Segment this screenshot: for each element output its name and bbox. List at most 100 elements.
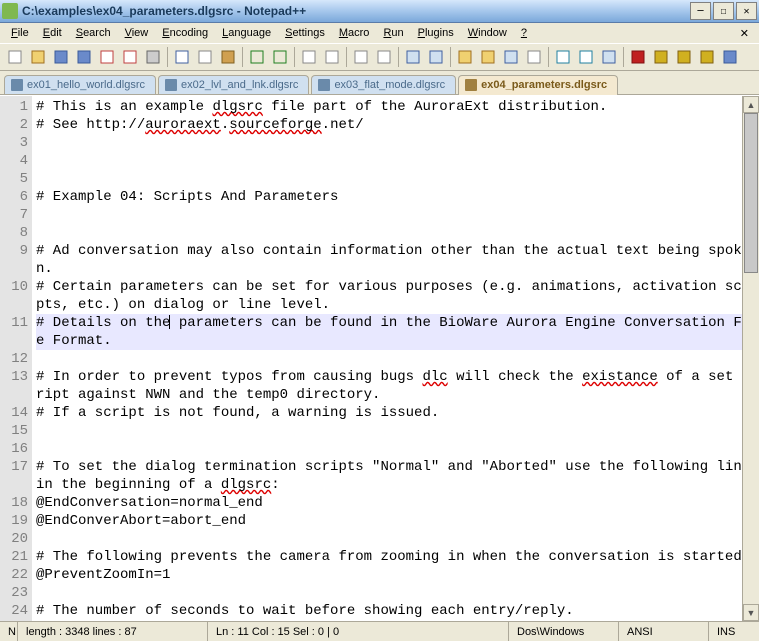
- tab-ex02_lvl_and_lnk-dlgsrc[interactable]: ex02_lvl_and_lnk.dlgsrc: [158, 75, 309, 94]
- code-line[interactable]: # The number of seconds to wait before s…: [36, 602, 759, 620]
- redo-icon: [272, 49, 288, 65]
- play-multi-icon: [699, 49, 715, 65]
- code-line[interactable]: # If a script is not found, a warning is…: [36, 404, 759, 422]
- menu-settings[interactable]: Settings: [278, 25, 332, 41]
- code-line[interactable]: # Certain parameters can be set for vari…: [36, 278, 759, 314]
- minimize-button[interactable]: ─: [690, 2, 711, 20]
- code-line[interactable]: @EndConverAbort=abort_end: [36, 512, 759, 530]
- copy-button[interactable]: [194, 46, 216, 68]
- code-line[interactable]: [36, 422, 759, 440]
- code-line[interactable]: [36, 350, 759, 368]
- code-line[interactable]: # To set the dialog termination scripts …: [36, 458, 759, 494]
- save-all-button[interactable]: [73, 46, 95, 68]
- code-line[interactable]: @PreventZoomIn=1: [36, 566, 759, 584]
- code-line[interactable]: [36, 206, 759, 224]
- new-button[interactable]: [4, 46, 26, 68]
- status-cell-1: N: [0, 622, 18, 641]
- copy-icon: [197, 49, 213, 65]
- code-line[interactable]: [36, 170, 759, 188]
- record-icon: [630, 49, 646, 65]
- play-multi-button[interactable]: [696, 46, 718, 68]
- scroll-down-button[interactable]: ▼: [743, 604, 759, 621]
- menu-language[interactable]: Language: [215, 25, 278, 41]
- print-button[interactable]: [142, 46, 164, 68]
- line-number: 19: [0, 512, 28, 530]
- menu-macro[interactable]: Macro: [332, 25, 377, 41]
- code-line[interactable]: @EndConversation=normal_end: [36, 494, 759, 512]
- undo-button[interactable]: [246, 46, 268, 68]
- menu-edit[interactable]: Edit: [36, 25, 69, 41]
- line-number: 16: [0, 440, 28, 458]
- code-line[interactable]: # Example 04: Scripts And Parameters: [36, 188, 759, 206]
- zoom-in-button[interactable]: [350, 46, 372, 68]
- tab-ex03_flat_mode-dlgsrc[interactable]: ex03_flat_mode.dlgsrc: [311, 75, 456, 94]
- menu-help[interactable]: ?: [514, 25, 534, 41]
- menu-encoding[interactable]: Encoding: [155, 25, 215, 41]
- paste-icon: [220, 49, 236, 65]
- zoom-in-icon: [353, 49, 369, 65]
- find-button[interactable]: [298, 46, 320, 68]
- menu-view[interactable]: View: [118, 25, 156, 41]
- code-line[interactable]: [36, 530, 759, 548]
- code-line[interactable]: # Ad conversation may also contain infor…: [36, 242, 759, 278]
- fold-button[interactable]: [552, 46, 574, 68]
- menu-plugins[interactable]: Plugins: [411, 25, 461, 41]
- code-line[interactable]: [36, 224, 759, 242]
- paste-button[interactable]: [217, 46, 239, 68]
- code-line[interactable]: [36, 584, 759, 602]
- text-caret: [169, 315, 170, 329]
- save-button[interactable]: [50, 46, 72, 68]
- code-line[interactable]: # See http://auroraext.sourceforge.net/: [36, 116, 759, 134]
- tabbar: ex01_hello_world.dlgsrcex02_lvl_and_lnk.…: [0, 71, 759, 95]
- vertical-scrollbar[interactable]: ▲ ▼: [742, 96, 759, 621]
- editor[interactable]: 123456789101112131415161718192021222324 …: [0, 95, 759, 621]
- open-button[interactable]: [27, 46, 49, 68]
- menubar-close-doc[interactable]: ✕: [734, 25, 755, 42]
- status-position: Ln : 11 Col : 15 Sel : 0 | 0: [208, 622, 509, 641]
- tab-ex01_hello_world-dlgsrc[interactable]: ex01_hello_world.dlgsrc: [4, 75, 156, 94]
- doc-map-button[interactable]: [598, 46, 620, 68]
- stop-icon: [653, 49, 669, 65]
- save-macro-button[interactable]: [719, 46, 741, 68]
- record-button[interactable]: [627, 46, 649, 68]
- zoom-out-button[interactable]: [373, 46, 395, 68]
- indent-guide-button[interactable]: [500, 46, 522, 68]
- scroll-thumb[interactable]: [744, 113, 758, 273]
- maximize-button[interactable]: ☐: [713, 2, 734, 20]
- redo-button[interactable]: [269, 46, 291, 68]
- cut-button[interactable]: [171, 46, 193, 68]
- code-line[interactable]: # This is an example dlgsrc file part of…: [36, 98, 759, 116]
- allchars-button[interactable]: [477, 46, 499, 68]
- menu-run[interactable]: Run: [376, 25, 410, 41]
- code-area[interactable]: # This is an example dlgsrc file part of…: [32, 96, 759, 621]
- file-icon: [165, 79, 177, 91]
- menu-search[interactable]: Search: [69, 25, 118, 41]
- stop-button[interactable]: [650, 46, 672, 68]
- code-line[interactable]: # The following prevents the camera from…: [36, 548, 759, 566]
- unfold-button[interactable]: [575, 46, 597, 68]
- close-icon: [99, 49, 115, 65]
- scroll-up-button[interactable]: ▲: [743, 96, 759, 113]
- code-line[interactable]: [36, 134, 759, 152]
- window-titlebar: C:\examples\ex04_parameters.dlgsrc - Not…: [0, 0, 759, 23]
- code-line[interactable]: # In order to prevent typos from causing…: [36, 368, 759, 404]
- menu-file[interactable]: File: [4, 25, 36, 41]
- code-line[interactable]: [36, 440, 759, 458]
- tab-ex04_parameters-dlgsrc[interactable]: ex04_parameters.dlgsrc: [458, 75, 618, 95]
- play-button[interactable]: [673, 46, 695, 68]
- code-line[interactable]: # Details on the parameters can be found…: [36, 314, 759, 350]
- line-number: 15: [0, 422, 28, 440]
- close-button[interactable]: [96, 46, 118, 68]
- undo-icon: [249, 49, 265, 65]
- code-line[interactable]: [36, 152, 759, 170]
- close-button[interactable]: ✕: [736, 2, 757, 20]
- save-icon: [53, 49, 69, 65]
- close-all-button[interactable]: [119, 46, 141, 68]
- line-number: 6: [0, 188, 28, 206]
- sync-v-button[interactable]: [402, 46, 424, 68]
- sync-h-button[interactable]: [425, 46, 447, 68]
- replace-button[interactable]: [321, 46, 343, 68]
- wordwrap-button[interactable]: [454, 46, 476, 68]
- lang-button[interactable]: [523, 46, 545, 68]
- menu-window[interactable]: Window: [461, 25, 514, 41]
